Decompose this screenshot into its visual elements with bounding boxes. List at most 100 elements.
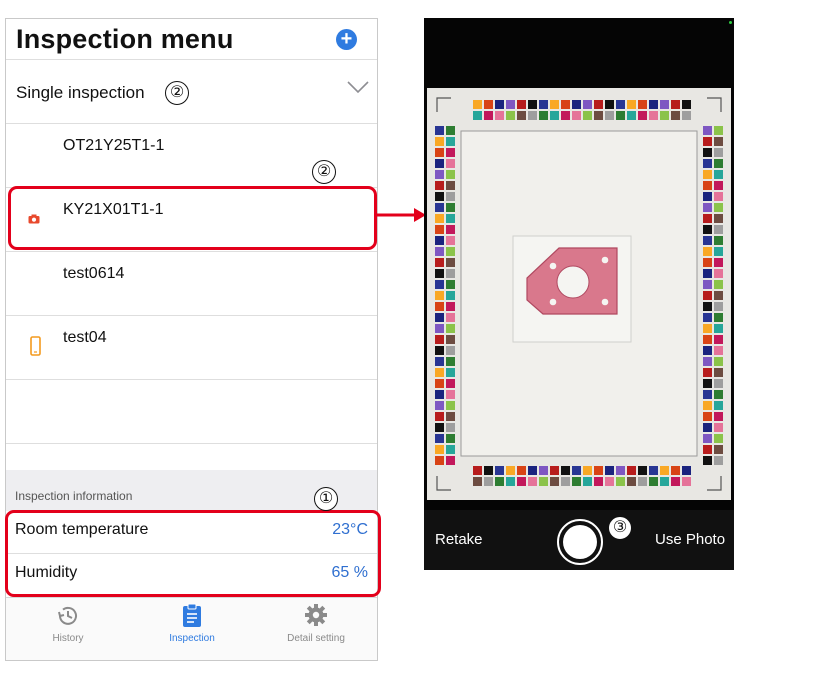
captured-photo [427,88,731,500]
color-patch [703,269,712,278]
annotation-marker-2: ② [165,81,189,105]
annotation-marker-2: ② [312,160,336,184]
color-patch [435,401,444,410]
color-patch [572,100,581,109]
color-patch [703,236,712,245]
camera-indicator [729,21,732,24]
color-patch [703,445,712,454]
section-header: Inspection information [15,489,133,503]
color-patch [616,477,625,486]
color-patch [627,477,636,486]
list-item[interactable]: test04 [6,316,377,380]
color-patch [446,269,455,278]
color-patch [484,477,493,486]
color-patch [446,456,455,465]
color-patch [594,100,603,109]
color-patch [714,159,723,168]
color-patch [446,324,455,333]
color-patch [528,477,537,486]
color-patch [583,111,592,120]
color-patch [714,148,723,157]
page-title: Inspection menu [16,24,234,54]
list-item[interactable] [6,380,377,444]
retake-button[interactable]: Retake [435,531,483,548]
color-patch [714,390,723,399]
color-patch [561,477,570,486]
color-patch [539,466,548,475]
color-patch [714,225,723,234]
color-patch [714,324,723,333]
color-patch [446,423,455,432]
color-patch [671,111,680,120]
annotation-marker-1: ① [314,487,338,511]
color-patch [682,100,691,109]
color-patch [446,335,455,344]
color-patch [714,203,723,212]
add-button[interactable]: + [336,29,357,50]
color-patch [446,126,455,135]
gear-icon [305,604,327,626]
shutter-button[interactable] [557,519,603,565]
color-patch [435,280,444,289]
color-patch [714,247,723,256]
tab-history[interactable]: History [6,598,130,660]
color-patch [484,466,493,475]
color-patch [446,401,455,410]
color-patch [473,466,482,475]
color-patch [435,412,444,421]
color-patch [435,434,444,443]
list-item[interactable]: test0614 [6,252,377,316]
color-patch [703,313,712,322]
tab-inspection[interactable]: Inspection [130,598,254,660]
color-patch [435,170,444,179]
color-patch [649,100,658,109]
tab-detail-setting[interactable]: Detail setting [254,598,377,660]
color-patch [550,111,559,120]
color-patch [506,477,515,486]
color-patch [446,313,455,322]
color-patch [446,159,455,168]
color-patch [682,477,691,486]
color-patch [435,203,444,212]
tab-label: Detail setting [287,633,345,644]
color-patch [435,148,444,157]
color-patch [703,203,712,212]
color-patch [714,445,723,454]
color-patch [714,192,723,201]
color-patch [605,466,614,475]
color-patch [703,280,712,289]
color-patch [616,100,625,109]
color-patch [703,192,712,201]
color-patch [446,390,455,399]
color-patch [616,466,625,475]
color-patch [714,126,723,135]
color-patch [703,412,712,421]
color-patch [703,390,712,399]
color-patch [703,148,712,157]
color-patch [714,258,723,267]
color-patch [583,466,592,475]
use-photo-button[interactable]: Use Photo [655,531,725,548]
color-patch [703,379,712,388]
app-header: Inspection menu + [6,19,377,60]
chevron-down-icon [347,81,369,94]
color-patch [446,170,455,179]
color-patch [703,159,712,168]
color-patch [714,401,723,410]
color-patch [660,466,669,475]
color-patch [714,456,723,465]
color-patch [703,434,712,443]
color-patch [714,302,723,311]
color-patch [517,111,526,120]
color-patch [714,434,723,443]
color-patch [703,302,712,311]
color-patch [682,111,691,120]
color-patch [703,335,712,344]
color-patch [703,247,712,256]
inspection-type-dropdown[interactable]: Single inspection ② [6,60,377,124]
color-patch [446,291,455,300]
color-patch [435,225,444,234]
color-patch [446,412,455,421]
color-patch [703,181,712,190]
color-patch [446,346,455,355]
